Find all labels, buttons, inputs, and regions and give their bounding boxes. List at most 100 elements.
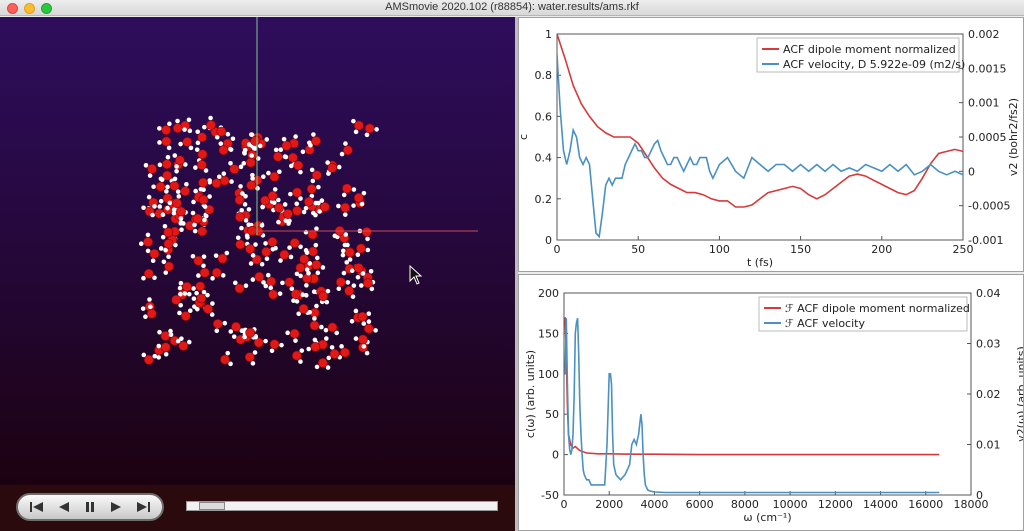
x-tick-label: 2000 [595,498,623,511]
oxygen-atom [212,318,223,329]
hydrogen-atom [174,168,179,174]
hydrogen-atom [145,232,151,238]
oxygen-atom [143,268,154,279]
y2-tick-label: 0.01 [976,439,1001,452]
oxygen-atom [146,308,157,319]
frame-slider-thumb[interactable] [199,502,226,510]
first-frame-button[interactable] [26,498,48,516]
hydrogen-atom [353,308,359,314]
oxygen-atom [344,285,355,296]
hydrogen-atom [207,178,213,183]
y-tick-label: 0.6 [535,110,553,123]
oxygen-atom [197,226,208,237]
oxygen-atom [329,349,340,359]
oxygen-atom [292,187,303,198]
oxygen-atom [267,237,278,247]
hydrogen-atom [225,350,231,356]
hydrogen-atom [231,334,237,339]
hydrogen-atom [345,280,351,285]
hydrogen-atom [264,256,270,261]
oxygen-atom [206,120,216,130]
hydrogen-atom [342,212,348,217]
oxygen-atom [274,202,284,213]
x-tick-label: 100 [709,243,730,256]
y2-axis-label: v2(ω) (arb. units) [1015,346,1023,442]
frame-slider[interactable] [186,501,498,511]
hydrogen-atom [138,241,144,247]
app-window: AMSmovie 2020.102 (r88854): water.result… [0,0,1024,531]
hydrogen-atom [202,204,208,209]
hydrogen-atom [167,200,173,206]
hydrogen-atom [148,304,153,310]
hydrogen-atom [280,280,285,286]
hydrogen-atom [361,321,367,326]
hydrogen-atom [165,154,171,160]
oxygen-atom [147,163,157,174]
x-tick-label: 0 [554,243,561,256]
oxygen-atom [245,157,256,168]
spectrum-plot[interactable]: 0 2000 4000 6000 8000 10000 12000 14000 16000 180… [518,274,1024,531]
oxygen-atom [163,238,174,249]
last-frame-button[interactable] [132,498,154,516]
hydrogen-atom [147,173,153,178]
oxygen-atom [161,136,172,147]
oxygen-atom [317,358,328,368]
hydrogen-atom [201,187,206,192]
time-acf-plot[interactable]: 0 50 100 150 200 250 0 0.2 0.4 0.6 0.8 1 -0.001 -0.00… [518,17,1024,272]
hydrogen-atom [273,147,279,153]
hydrogen-atom [329,345,335,350]
hydrogen-atom [163,247,168,253]
hydrogen-atom [291,298,296,303]
oxygen-atom [175,155,185,166]
pause-button[interactable] [79,498,101,516]
previous-frame-button[interactable] [53,498,75,516]
hydrogen-atom [229,179,234,184]
oxygen-atom [247,225,258,236]
hydrogen-atom [285,330,290,336]
oxygen-atom [163,227,174,238]
next-frame-button[interactable] [105,498,127,516]
hydrogen-atom [304,283,309,288]
oxygen-atom [311,170,322,181]
oxygen-atom [269,171,280,182]
x-tick-label: 18000 [954,498,989,511]
y2-tick-label: 0 [968,165,975,178]
skip-forward-icon [136,502,150,512]
oxygen-atom [327,322,338,333]
legend-label: ACF dipole moment normalized [783,43,956,56]
title-bar[interactable]: AMSmovie 2020.102 (r88854): water.result… [0,0,1024,16]
hydrogen-atom [164,189,169,194]
hydrogen-atom [175,189,181,194]
hydrogen-atom [179,227,184,232]
hydrogen-atom [145,248,151,254]
y2-tick-label: 0.002 [968,28,1000,41]
hydrogen-atom [178,141,183,147]
oxygen-atom [364,123,375,134]
oxygen-atom [192,213,203,224]
hydrogen-atom [336,286,342,292]
hydrogen-atom [240,191,245,196]
oxygen-atom [161,125,172,135]
hydrogen-atom [374,127,379,132]
legend-label: ℱ ACF dipole moment normalized [785,302,970,315]
hydrogen-atom [270,246,276,252]
hydrogen-atom [178,216,184,221]
oxygen-atom [295,262,306,273]
oxygen-atom [244,352,255,362]
water-box-render[interactable] [0,17,515,485]
oxygen-atom [281,140,292,151]
hydrogen-atom [166,254,171,259]
oxygen-atom [306,184,317,194]
oxygen-atom [198,177,208,188]
hydrogen-atom [150,258,156,264]
series-line-1 [557,54,963,239]
hydrogen-atom [293,134,298,139]
molecule-viewport[interactable] [0,17,515,485]
hydrogen-atom [241,161,247,166]
oxygen-atom [298,303,309,314]
y-tick-label: 100 [538,368,559,381]
oxygen-atom [327,162,338,173]
hydrogen-atom [288,163,294,169]
legend-label: ℱ ACF velocity [785,317,865,330]
hydrogen-atom [202,217,207,223]
